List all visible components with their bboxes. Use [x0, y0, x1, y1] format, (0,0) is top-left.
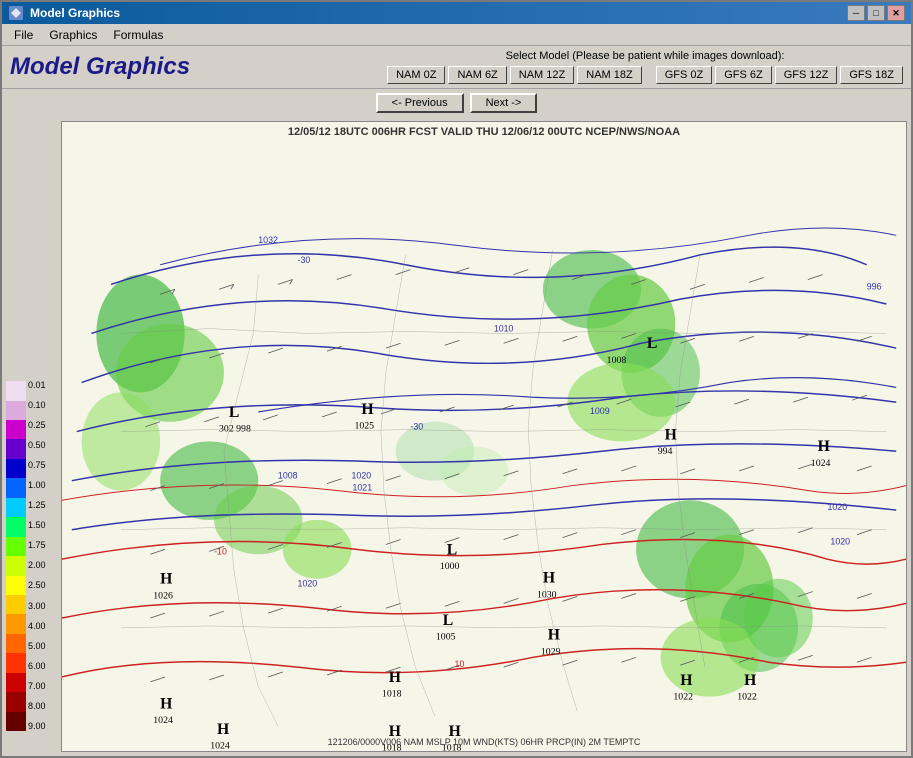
- svg-text:1009: 1009: [590, 406, 610, 416]
- legend-label: 2.50: [28, 581, 46, 590]
- svg-text:H: H: [665, 426, 677, 443]
- svg-text:1008: 1008: [607, 355, 627, 366]
- nam12z-button[interactable]: NAM 12Z: [510, 66, 574, 84]
- svg-text:1024: 1024: [153, 715, 173, 726]
- legend-label: 5.00: [28, 642, 46, 651]
- svg-text:L: L: [447, 541, 457, 558]
- svg-text:1000: 1000: [440, 561, 460, 572]
- content-area: 9.00 8.00 7.00 6.00 5.00 4.00 3.00 2.50 2.00 1.75…: [2, 117, 911, 756]
- legend-bar: [6, 381, 26, 731]
- svg-text:1020: 1020: [830, 536, 850, 546]
- menu-item-file[interactable]: File: [6, 26, 41, 44]
- svg-text:H: H: [361, 401, 373, 418]
- legend: 9.00 8.00 7.00 6.00 5.00 4.00 3.00 2.50 2.00 1.75…: [6, 121, 61, 752]
- legend-label: 8.00: [28, 702, 46, 711]
- legend-label: 9.00: [28, 722, 46, 731]
- model-select-label: Select Model (Please be patient while im…: [506, 50, 785, 62]
- maximize-button[interactable]: □: [867, 5, 885, 21]
- svg-text:1008: 1008: [278, 471, 298, 481]
- nam18z-button[interactable]: NAM 18Z: [577, 66, 641, 84]
- legend-label: 0.75: [28, 461, 46, 470]
- svg-text:H: H: [818, 438, 830, 455]
- title-bar-left: Model Graphics: [8, 5, 120, 21]
- title-bar-buttons: ─ □ ✕: [847, 5, 905, 21]
- svg-text:H: H: [160, 571, 172, 588]
- title-bar: Model Graphics ─ □ ✕: [2, 2, 911, 24]
- legend-label: 0.25: [28, 421, 46, 430]
- map-container: 12/05/12 18UTC 006HR FCST VALID THU 12/0…: [61, 121, 907, 752]
- map-title: 12/05/12 18UTC 006HR FCST VALID THU 12/0…: [288, 126, 680, 138]
- svg-text:L: L: [229, 404, 239, 421]
- svg-text:1025: 1025: [354, 421, 374, 432]
- svg-text:1022: 1022: [673, 692, 693, 703]
- menu-item-formulas[interactable]: Formulas: [105, 26, 171, 44]
- svg-text:1024: 1024: [210, 741, 230, 751]
- legend-label: 7.00: [28, 682, 46, 691]
- svg-text:10: 10: [455, 659, 465, 669]
- svg-text:H: H: [389, 669, 401, 686]
- svg-text:1005: 1005: [436, 632, 456, 643]
- nam-buttons-row: NAM 0Z NAM 6Z NAM 12Z NAM 18Z GFS 0Z GFS…: [387, 66, 903, 84]
- svg-text:1018: 1018: [382, 689, 402, 700]
- legend-label: 1.25: [28, 501, 46, 510]
- svg-text:H: H: [744, 672, 756, 689]
- svg-text:H: H: [217, 721, 229, 738]
- menu-item-graphics[interactable]: Graphics: [41, 26, 105, 44]
- legend-bar-container: 9.00 8.00 7.00 6.00 5.00 4.00 3.00 2.50 2.00 1.75…: [6, 381, 61, 731]
- main-window: Model Graphics ─ □ ✕ File Graphics Formu…: [0, 0, 913, 758]
- svg-text:1032: 1032: [258, 235, 278, 245]
- toolbar: Model Graphics Select Model (Please be p…: [2, 46, 911, 89]
- svg-text:1020: 1020: [298, 579, 318, 589]
- window-title: Model Graphics: [30, 6, 120, 20]
- legend-label: 0.10: [28, 401, 46, 410]
- model-select-area: Select Model (Please be patient while im…: [387, 50, 903, 84]
- legend-label: 1.50: [28, 521, 46, 530]
- svg-text:1010: 1010: [494, 323, 514, 333]
- svg-text:1026: 1026: [153, 590, 173, 601]
- close-button[interactable]: ✕: [887, 5, 905, 21]
- gfs6z-button[interactable]: GFS 6Z: [715, 66, 772, 84]
- gfs18z-button[interactable]: GFS 18Z: [840, 66, 903, 84]
- legend-labels: 9.00 8.00 7.00 6.00 5.00 4.00 3.00 2.50 2.00 1.75…: [26, 381, 46, 731]
- svg-text:H: H: [160, 695, 172, 712]
- svg-text:302 998: 302 998: [219, 424, 251, 435]
- map-subtitle: 121206/0000V006 NAM MSLP 10M WND(KTS) 06…: [328, 737, 641, 747]
- svg-text:-30: -30: [298, 255, 311, 265]
- svg-text:996: 996: [867, 281, 882, 291]
- menu-bar: File Graphics Formulas: [2, 24, 911, 46]
- legend-label: 1.00: [28, 481, 46, 490]
- nav-row: <- Previous Next ->: [2, 89, 911, 117]
- svg-text:1024: 1024: [811, 458, 831, 469]
- legend-label: 4.00: [28, 622, 46, 631]
- legend-label: 2.00: [28, 561, 46, 570]
- weather-map-svg: L 302 998 L 1000 L 1005 L 1008 H 1025 H …: [62, 122, 906, 751]
- next-button[interactable]: Next ->: [470, 93, 538, 113]
- legend-label: 0.50: [28, 441, 46, 450]
- svg-text:1021: 1021: [352, 482, 372, 492]
- svg-text:994: 994: [658, 446, 673, 457]
- legend-label: 1.75: [28, 541, 46, 550]
- svg-text:L: L: [647, 335, 657, 352]
- svg-text:1022: 1022: [737, 692, 757, 703]
- svg-text:-10: -10: [214, 546, 227, 556]
- svg-text:H: H: [548, 627, 560, 644]
- nam6z-button[interactable]: NAM 6Z: [448, 66, 506, 84]
- legend-label: 3.00: [28, 602, 46, 611]
- gfs0z-button[interactable]: GFS 0Z: [656, 66, 713, 84]
- window-icon: [8, 5, 24, 21]
- gfs12z-button[interactable]: GFS 12Z: [775, 66, 838, 84]
- svg-text:1029: 1029: [541, 646, 561, 657]
- svg-text:1020: 1020: [827, 502, 847, 512]
- previous-button[interactable]: <- Previous: [376, 93, 464, 113]
- legend-label: 6.00: [28, 662, 46, 671]
- svg-text:1020: 1020: [352, 471, 372, 481]
- nam0z-button[interactable]: NAM 0Z: [387, 66, 445, 84]
- legend-label: 0.01: [28, 381, 46, 390]
- minimize-button[interactable]: ─: [847, 5, 865, 21]
- svg-text:L: L: [443, 612, 453, 629]
- page-title: Model Graphics: [10, 53, 190, 81]
- svg-text:H: H: [680, 672, 692, 689]
